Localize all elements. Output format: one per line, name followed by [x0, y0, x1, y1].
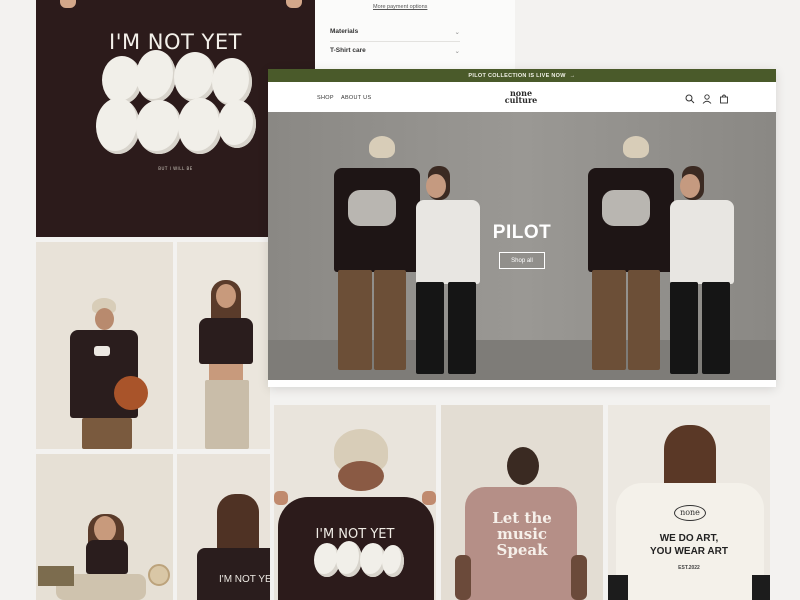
model-head	[426, 174, 446, 198]
more-payment-options-link[interactable]: More payment options	[373, 4, 427, 10]
shop-all-button[interactable]: Shop all	[499, 252, 545, 269]
model-pants	[338, 270, 372, 370]
shirt-print-line1: WE DO ART,	[659, 533, 719, 544]
model-head	[338, 461, 384, 491]
print-bubble	[218, 100, 256, 148]
model-midriff	[209, 364, 243, 380]
chevron-down-icon: ⌄	[454, 29, 460, 36]
model-pants	[374, 270, 406, 370]
print-bubble	[136, 100, 182, 154]
model-crop-top	[86, 540, 128, 574]
store-homepage: PILOT COLLECTION IS LIVE NOW → SHOP ABOU…	[268, 69, 776, 387]
hand	[60, 0, 76, 8]
hero-title: PILOT	[492, 222, 552, 243]
model-arm	[752, 575, 770, 600]
model-black-pants	[416, 282, 444, 374]
chevron-down-icon: ⌄	[454, 48, 460, 55]
accordion-tshirt-care[interactable]: T-Shirt care ⌄	[330, 47, 460, 55]
model-black-pants	[702, 282, 730, 374]
beanie	[623, 136, 649, 158]
product-card-not-yet[interactable]: I'M NOT YET	[274, 405, 436, 600]
model-black-pants	[448, 282, 476, 374]
shirt-print-title: I'M NOT YET	[315, 527, 395, 542]
print-bubble	[136, 50, 176, 102]
product-photo-crop-top	[177, 242, 270, 449]
basket-prop	[148, 564, 170, 586]
hero-banner: PILOT Shop all	[268, 112, 776, 380]
product-photo-sitting	[36, 454, 173, 600]
print-bubble	[382, 545, 404, 577]
print-bubble	[336, 541, 362, 577]
book-prop	[38, 566, 74, 586]
product-card-we-do-art[interactable]: none WE DO ART, YOU WEAR ART EST.2022	[608, 405, 770, 600]
nav-about-us[interactable]: ABOUT US	[341, 95, 371, 101]
shirt-logo: none	[674, 505, 706, 521]
nav-shop[interactable]: SHOP	[317, 95, 334, 101]
model-head	[95, 308, 114, 330]
model-head	[680, 174, 700, 198]
shirt-print-title: I'M NOT YE	[219, 574, 270, 585]
shirt-print	[602, 190, 650, 226]
divider	[330, 41, 460, 42]
shirt-print-est: EST.2022	[678, 565, 700, 571]
hand	[422, 491, 436, 505]
product-photo-back-view: I'M NOT YE	[177, 454, 270, 600]
cart-icon[interactable]	[718, 92, 730, 104]
model-black-pants	[670, 282, 698, 374]
accordion-label: Materials	[330, 28, 359, 35]
logo-line2: culture	[504, 95, 538, 105]
print-bubble	[96, 98, 140, 154]
model-pants	[592, 270, 626, 370]
hand	[286, 0, 302, 8]
shirt-print	[348, 190, 396, 226]
account-icon[interactable]	[701, 92, 713, 104]
chest-logo	[94, 346, 110, 356]
header-nav: SHOP ABOUT US none culture	[268, 82, 776, 112]
model-head	[507, 447, 539, 485]
product-photo-basketball	[36, 242, 173, 449]
accordion-label: T-Shirt care	[330, 47, 366, 54]
product-card-let-the-music-speak[interactable]: Let the music Speak	[441, 405, 603, 600]
beanie	[369, 136, 395, 158]
model-arm	[455, 555, 471, 600]
arrow-right-icon: →	[569, 72, 576, 79]
accordion-materials[interactable]: Materials ⌄	[330, 28, 460, 36]
model-head	[94, 516, 116, 542]
hand	[274, 491, 288, 505]
shirt-print-title: I'M NOT YET	[109, 30, 242, 54]
print-bubble	[212, 58, 252, 106]
search-icon[interactable]	[684, 92, 696, 104]
model-head	[216, 284, 236, 308]
brand-logo[interactable]: none culture	[489, 89, 553, 105]
model-crop-top	[199, 318, 253, 364]
model-arm	[571, 555, 587, 600]
model-arm	[608, 575, 628, 600]
announcement-text: PILOT COLLECTION IS LIVE NOW	[468, 72, 566, 79]
shirt-print-line2: YOU WEAR ART	[650, 546, 728, 557]
model-pants	[82, 418, 132, 449]
print-bubble	[178, 98, 222, 154]
model-pants	[628, 270, 660, 370]
announcement-bar[interactable]: PILOT COLLECTION IS LIVE NOW →	[268, 69, 776, 82]
print-bubble	[174, 52, 216, 102]
basketball	[114, 376, 148, 410]
model-cargo-pants	[205, 380, 249, 449]
